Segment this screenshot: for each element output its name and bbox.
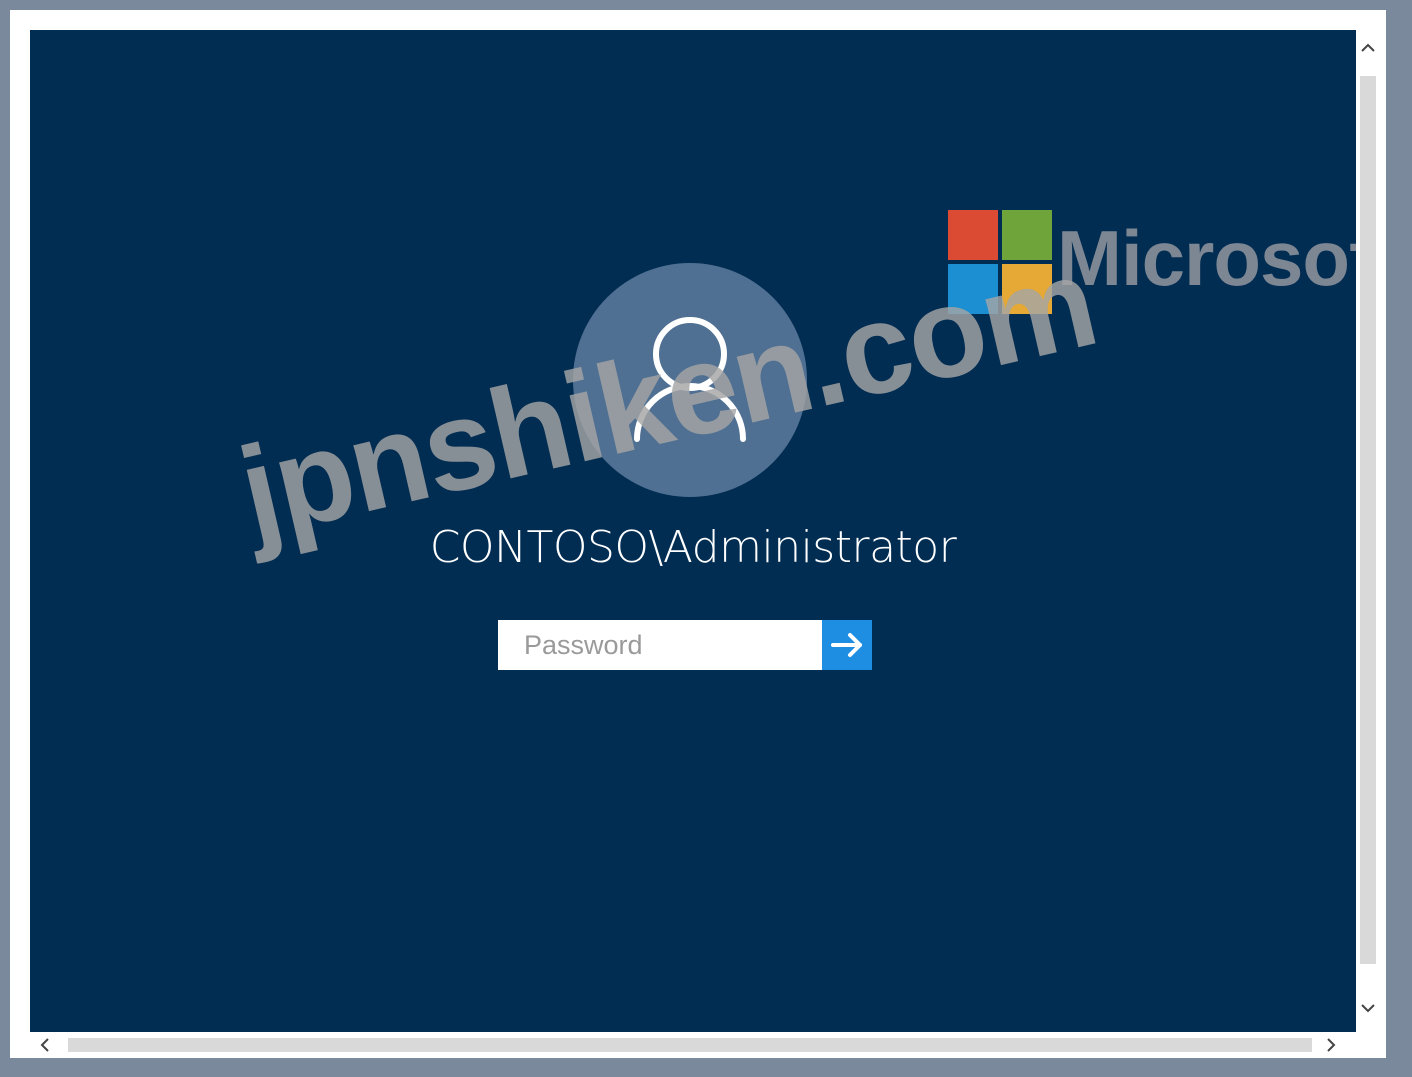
remote-session-frame: CONTOSO\Administrator Microsoft jpnshike… [10,10,1386,1058]
chevron-down-icon[interactable] [1356,996,1380,1020]
horizontal-scroll-thumb[interactable] [68,1038,1312,1052]
chevron-up-icon[interactable] [1356,36,1380,60]
password-input[interactable] [498,620,822,670]
microsoft-logo-icon [948,210,1052,314]
user-avatar [573,263,807,497]
arrow-right-icon [831,633,862,657]
lock-screen: CONTOSO\Administrator Microsoft jpnshike… [30,30,1356,1032]
user-silhouette-icon [634,317,746,442]
microsoft-logo-text: Microsoft [1057,214,1356,302]
horizontal-scrollbar[interactable] [30,1032,1356,1058]
password-row [498,620,872,670]
chevron-right-icon[interactable] [1320,1034,1342,1056]
user-name-label: CONTOSO\Administrator [429,522,957,573]
chevron-left-icon[interactable] [34,1034,56,1056]
vertical-scroll-thumb[interactable] [1360,76,1376,964]
vertical-scrollbar[interactable] [1356,30,1386,1032]
submit-button[interactable] [822,620,872,670]
